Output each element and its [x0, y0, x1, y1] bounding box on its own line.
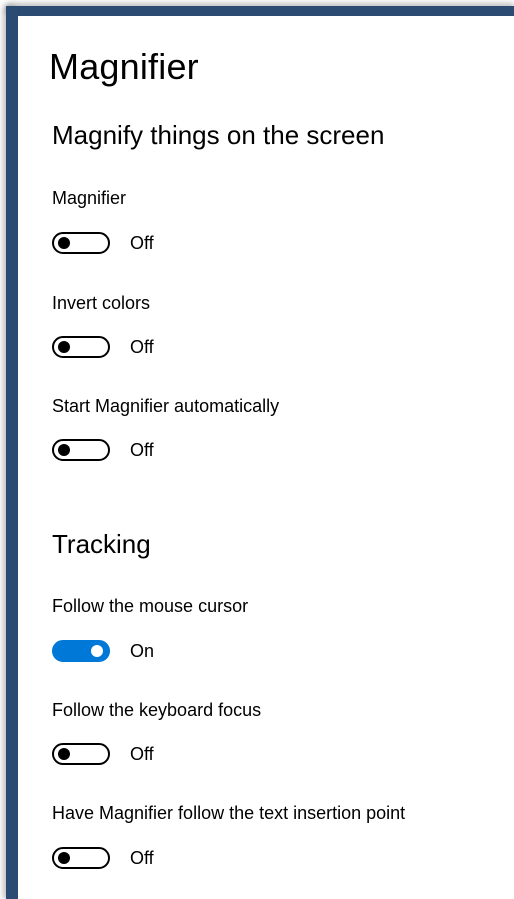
section-heading-magnify: Magnify things on the screen — [52, 120, 385, 150]
section-heading-tracking: Tracking — [52, 529, 151, 559]
magnifier-label: Magnifier — [52, 188, 127, 208]
start-automatically-toggle[interactable] — [52, 439, 110, 461]
toggle-knob — [58, 237, 70, 249]
follow-keyboard-toggle-row[interactable]: Off — [52, 741, 154, 767]
invert-colors-label: Invert colors — [52, 293, 151, 313]
follow-mouse-toggle-row[interactable]: On — [52, 638, 154, 664]
start-automatically-toggle-state: Off — [130, 439, 154, 460]
settings-content: Magnifier Magnify things on the screen M… — [18, 16, 514, 899]
follow-text-insertion-label: Have Magnifier follow the text insertion… — [52, 803, 406, 823]
follow-text-insertion-toggle-state: Off — [130, 847, 154, 868]
magnifier-toggle-row[interactable]: Off — [52, 230, 154, 256]
follow-keyboard-toggle-state: Off — [130, 743, 154, 764]
follow-keyboard-label: Follow the keyboard focus — [52, 700, 262, 720]
magnifier-toggle[interactable] — [52, 232, 110, 254]
toggle-knob — [58, 444, 70, 456]
invert-colors-toggle-row[interactable]: Off — [52, 334, 154, 360]
follow-mouse-toggle[interactable] — [52, 640, 110, 662]
invert-colors-toggle[interactable] — [52, 336, 110, 358]
invert-colors-toggle-state: Off — [130, 336, 154, 357]
toggle-knob — [58, 748, 70, 760]
window-border-left — [6, 6, 18, 899]
toggle-knob — [58, 341, 70, 353]
follow-text-insertion-toggle[interactable] — [52, 847, 110, 869]
start-automatically-toggle-row[interactable]: Off — [52, 437, 154, 463]
follow-mouse-toggle-state: On — [130, 640, 155, 661]
follow-text-insertion-toggle-row[interactable]: Off — [52, 845, 154, 871]
page-title: Magnifier — [49, 46, 199, 87]
start-automatically-label: Start Magnifier automatically — [52, 396, 280, 416]
follow-mouse-label: Follow the mouse cursor — [52, 596, 249, 616]
magnifier-toggle-state: Off — [130, 232, 154, 253]
follow-keyboard-toggle[interactable] — [52, 743, 110, 765]
window-border-top — [6, 6, 514, 16]
toggle-knob — [91, 645, 103, 657]
toggle-knob — [58, 852, 70, 864]
settings-window: Magnifier Magnify things on the screen M… — [0, 0, 514, 899]
